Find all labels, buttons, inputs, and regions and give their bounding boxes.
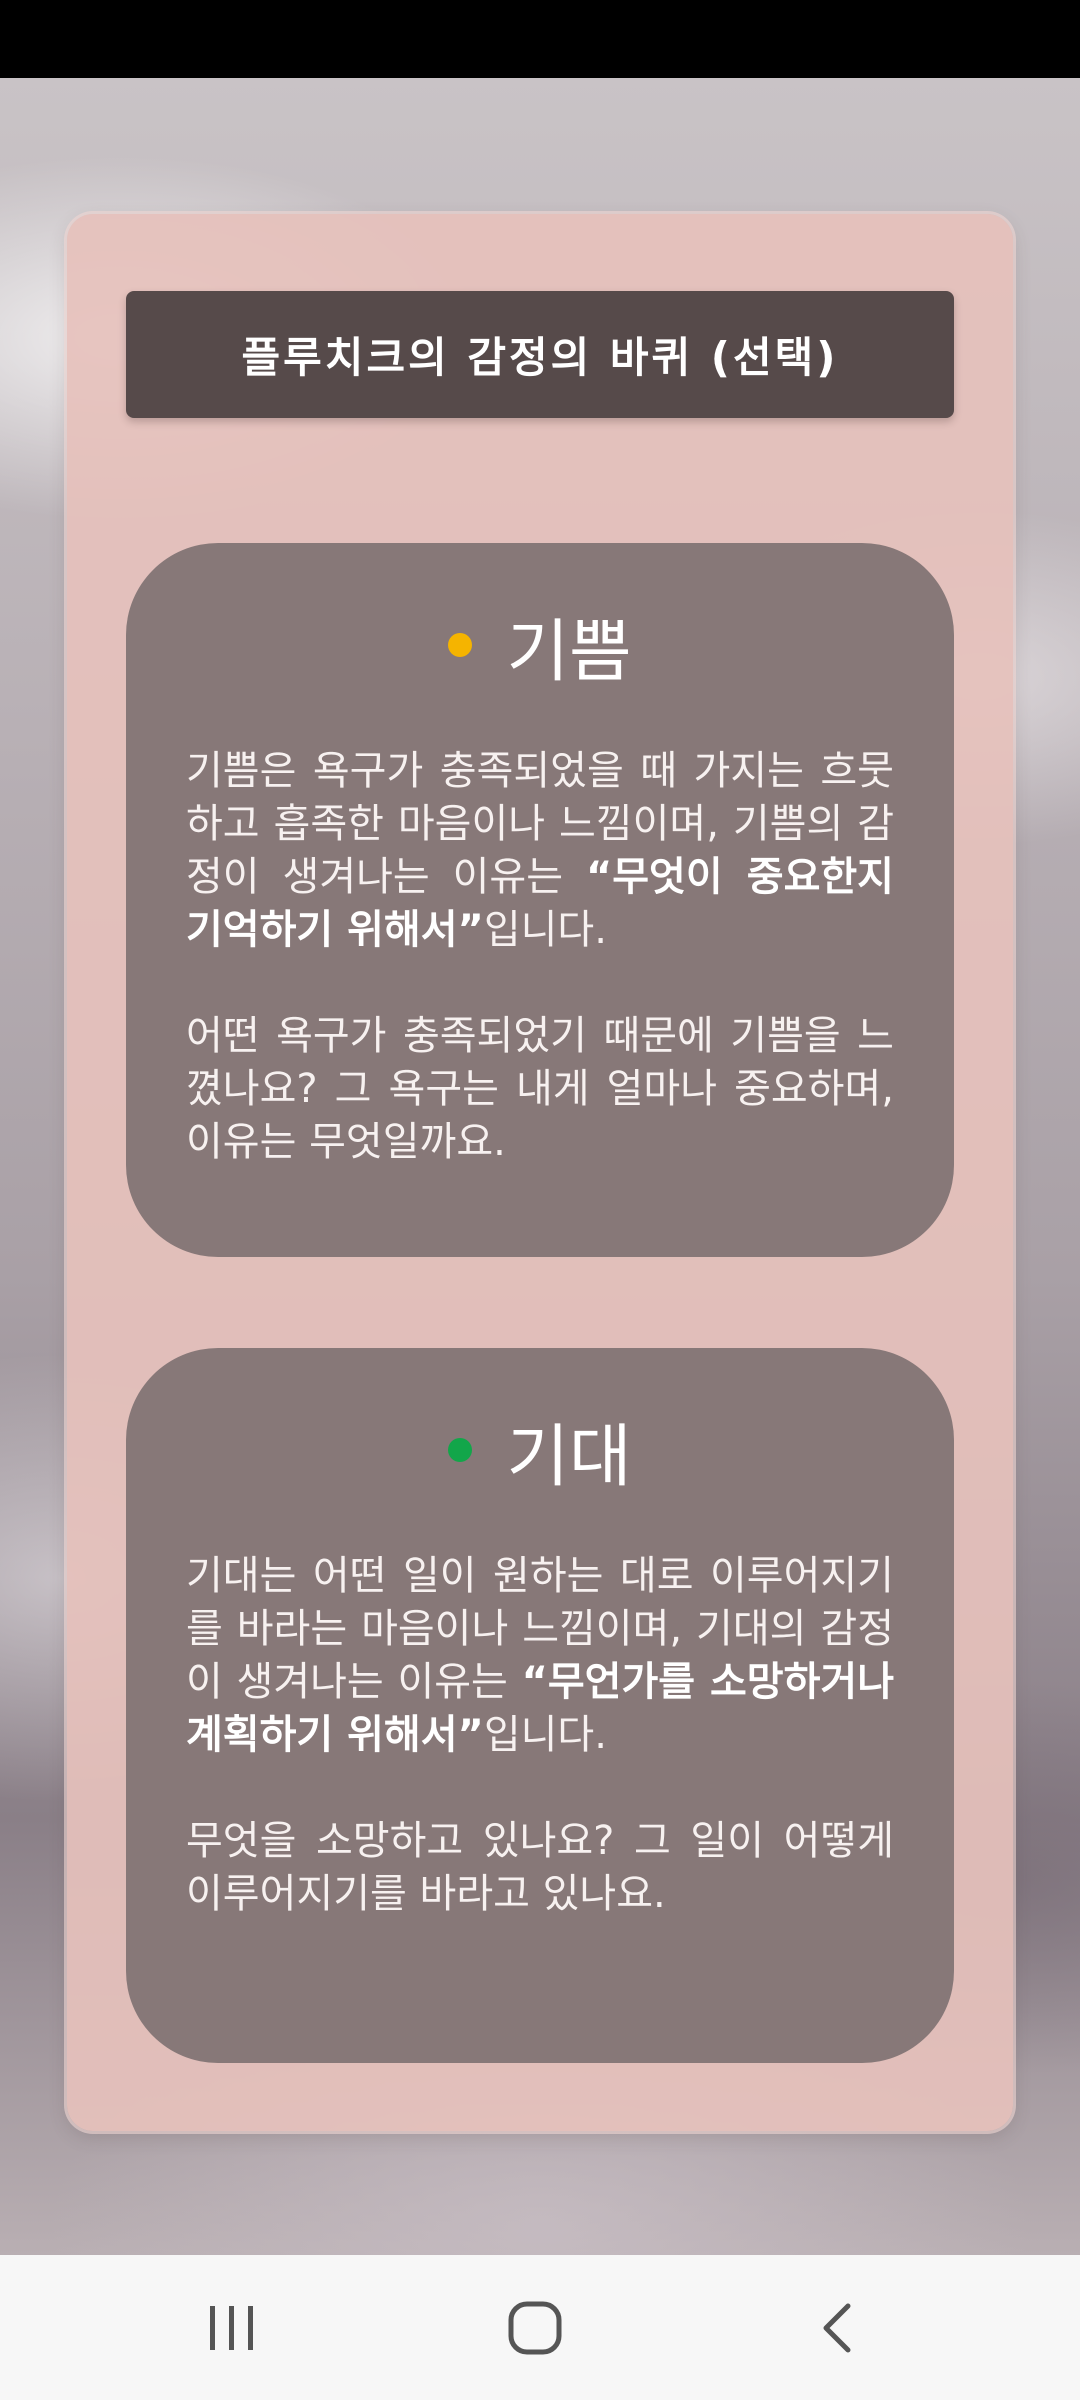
card-title: 기쁨 [506, 612, 632, 692]
card-heading: 기쁨 [186, 605, 894, 692]
card-paragraph-definition: 기대는 어떤 일이 원하는 대로 이루어지기를 바라는 마음이나 느낌이며, 기… [186, 1553, 895, 1758]
card-heading: 기대 [186, 1410, 894, 1497]
recent-apps-icon [210, 2305, 253, 2350]
card-paragraph-definition: 기쁨은 욕구가 충족되었을 때 가지는 흐뭇하고 흡족한 마음이나 느낌이며, … [186, 748, 894, 953]
page-title: 플루치크의 감정의 바퀴 (선택) [241, 333, 839, 382]
recent-apps-button[interactable] [152, 2255, 312, 2400]
home-button[interactable] [455, 2255, 615, 2400]
home-icon [508, 2301, 562, 2354]
back-button[interactable] [758, 2255, 918, 2400]
green-dot-icon [448, 1438, 473, 1462]
card-body: 기쁨은 욕구가 충족되었을 때 가지는 흐뭇하고 흡족한 마음이나 느낌이며, … [186, 745, 894, 1169]
card-paragraph-question: 무엇을 소망하고 있나요? 그 일이 어떻게 이루어지기를 바라고 있나요. [186, 1818, 894, 1917]
status-bar [0, 0, 1080, 78]
emotion-card-anticipation: 기대 기대는 어떤 일이 원하는 대로 이루어지기를 바라는 마음이나 느낌이며… [126, 1348, 954, 2063]
yellow-dot-icon [448, 633, 473, 657]
emotion-card-joy: 기쁨 기쁨은 욕구가 충족되었을 때 가지는 흐뭇하고 흡족한 마음이나 느낌이… [126, 543, 954, 1257]
back-icon [823, 2303, 851, 2352]
card-title: 기대 [506, 1417, 632, 1497]
navigation-bar [0, 2255, 1080, 2400]
header-bar: 플루치크의 감정의 바퀴 (선택) [126, 291, 954, 418]
card-body: 기대는 어떤 일이 원하는 대로 이루어지기를 바라는 마음이나 느낌이며, 기… [186, 1550, 894, 1921]
card-paragraph-question: 어떤 욕구가 충족되었기 때문에 기쁨을 느꼈나요? 그 욕구는 내게 얼마나 … [186, 1013, 894, 1165]
